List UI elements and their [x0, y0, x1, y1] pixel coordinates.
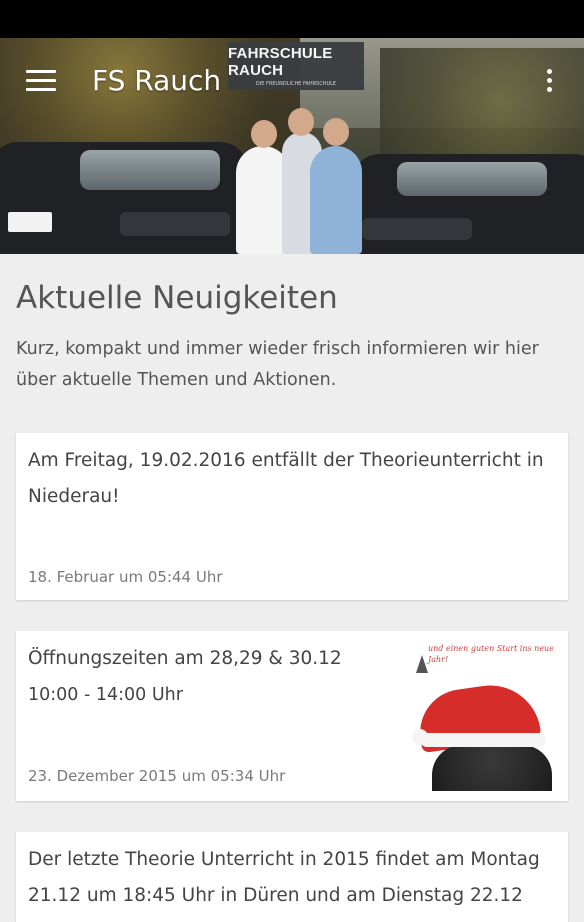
news-card[interactable]: Der letzte Theorie Unterricht in 2015 fi… — [16, 832, 568, 922]
person-head — [288, 108, 314, 136]
hamburger-menu-icon[interactable] — [26, 68, 58, 94]
car-grille — [362, 218, 472, 240]
person-head — [251, 120, 277, 148]
news-card-title: Der letzte Theorie Unterricht in 2015 fi… — [28, 849, 540, 906]
car-right — [352, 154, 584, 254]
santa-hat-pompom — [412, 729, 428, 745]
christmas-tree-icon — [416, 655, 428, 673]
driving-school-logo: FAHRSCHULE RAUCH DIE FREUNDLICHE FAHRSCH… — [228, 42, 364, 90]
dot — [547, 87, 552, 92]
main-content: Aktuelle Neuigkeiten Kurz, kompakt und i… — [16, 254, 568, 396]
menu-bar — [26, 70, 56, 73]
news-card-date: 18. Februar um 05:44 Uhr — [28, 568, 223, 586]
news-card[interactable]: Öffnungszeiten am 28,29 & 30.12 10:00 - … — [16, 631, 568, 801]
license-plate — [8, 212, 52, 232]
menu-bar — [26, 79, 56, 82]
news-card[interactable]: Am Freitag, 19.02.2016 entfällt der Theo… — [16, 433, 568, 600]
more-vertical-icon[interactable] — [542, 66, 558, 94]
news-card-title: Öffnungszeiten am 28,29 & 30.12 — [28, 648, 342, 669]
header-banner: FAHRSCHULE RAUCH DIE FREUNDLICHE FAHRSCH… — [0, 38, 584, 254]
logo-title: FAHRSCHULE RAUCH — [228, 45, 333, 79]
news-card-title: Am Freitag, 19.02.2016 entfällt der Theo… — [28, 450, 544, 507]
person-head — [323, 118, 349, 146]
car-grille — [120, 212, 230, 236]
car-windshield — [397, 162, 547, 196]
page-title: Aktuelle Neuigkeiten — [16, 280, 338, 316]
car-windshield — [80, 150, 220, 190]
news-card-date: 23. Dezember 2015 um 05:34 Uhr — [28, 767, 286, 785]
car-left — [0, 142, 248, 254]
dog-image — [432, 745, 552, 791]
app-title: FS Rauch — [92, 64, 222, 97]
news-card-thumbnail: und einen guten Start ins neue Jahr! — [410, 641, 556, 791]
menu-bar — [26, 88, 56, 91]
dot — [547, 78, 552, 83]
logo-subtitle: DIE FREUNDLICHE FAHRSCHULE — [255, 81, 337, 87]
dot — [547, 69, 552, 74]
santa-hat-brim — [420, 733, 546, 747]
intro-text: Kurz, kompakt und immer wieder frisch in… — [16, 339, 539, 390]
status-bar — [0, 0, 584, 38]
person-right — [310, 146, 362, 254]
thumbnail-caption: und einen guten Start ins neue Jahr! — [428, 644, 554, 664]
news-card-title-block: Öffnungszeiten am 28,29 & 30.12 10:00 - … — [28, 641, 398, 713]
news-card-subtitle: 10:00 - 14:00 Uhr — [28, 685, 183, 705]
